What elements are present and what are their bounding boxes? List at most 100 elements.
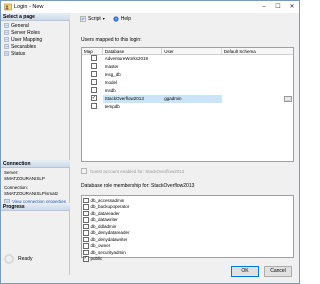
page-list: General Server Roles User Mapping Secura… <box>1 22 70 57</box>
role-label: db_denydatawriter <box>90 236 128 242</box>
column-header-map: Map <box>82 48 103 54</box>
database-cell: msdb <box>104 88 116 93</box>
user-cell[interactable] <box>162 63 221 71</box>
script-button[interactable]: Script ▾ <box>80 16 105 22</box>
browse-schema-button[interactable]: ... <box>284 96 292 102</box>
role-checkbox[interactable] <box>83 197 89 203</box>
map-checkbox[interactable] <box>91 103 97 109</box>
table-body: AdventureWorks2019 master msg_dbmodel msdb ✓… <box>82 55 293 111</box>
user-cell[interactable] <box>162 87 221 95</box>
user-cell[interactable] <box>162 55 221 63</box>
page-icon <box>4 44 9 49</box>
role-label: db_accessadmin <box>90 197 125 203</box>
user-cell[interactable] <box>162 103 221 111</box>
default-schema-cell[interactable] <box>222 103 293 111</box>
map-cell <box>82 103 103 111</box>
title-bar[interactable]: Login - New – ☐ ✕ <box>1 1 299 13</box>
table-row[interactable]: master <box>82 63 293 71</box>
role-checkbox[interactable] <box>83 217 89 223</box>
page-item-server-roles[interactable]: Server Roles <box>1 29 70 36</box>
guest-account-checkbox[interactable] <box>81 168 87 174</box>
table-row[interactable]: tempdb <box>82 103 293 111</box>
role-label: db_datareader <box>90 210 120 216</box>
default-schema-cell[interactable] <box>222 87 293 95</box>
left-pane: Select a page General Server Roles User … <box>1 13 70 275</box>
table-row[interactable]: msdb <box>82 87 293 95</box>
help-button[interactable]: ? Help <box>113 16 131 22</box>
role-checkbox[interactable] <box>83 223 89 229</box>
ok-button[interactable]: OK <box>231 266 259 277</box>
page-item-securables[interactable]: Securables <box>1 43 70 50</box>
map-cell: ✓ <box>82 95 103 103</box>
database-cell: model <box>104 80 118 85</box>
guest-account-row: Guest account enabled for: StackOverflow… <box>81 168 184 174</box>
role-checkbox[interactable] <box>83 243 89 249</box>
page-item-label: Server Roles <box>11 29 40 36</box>
database-cell: msg_db <box>104 72 121 77</box>
default-schema-cell[interactable] <box>222 63 293 71</box>
chevron-down-icon: ▾ <box>102 16 105 21</box>
map-checkbox[interactable] <box>91 79 97 85</box>
maximize-icon[interactable]: ☐ <box>271 1 285 13</box>
role-checkbox[interactable] <box>83 204 89 210</box>
page-item-label: Status <box>11 50 26 57</box>
page-item-label: User Mapping <box>11 36 43 43</box>
map-cell <box>82 71 103 79</box>
page-icon <box>4 30 9 35</box>
map-checkbox[interactable]: ✓ <box>91 95 97 101</box>
default-schema-cell[interactable] <box>222 55 293 63</box>
progress-header: Progress <box>1 203 70 211</box>
role-label: db_datawriter <box>90 217 118 223</box>
map-cell <box>82 87 103 95</box>
cancel-button[interactable]: Cancel <box>264 266 292 277</box>
page-item-status[interactable]: Status <box>1 50 70 57</box>
table-row[interactable]: ✓ StackOverflow2013 ggadmin... <box>82 95 293 103</box>
progress-spinner-icon <box>4 254 14 264</box>
default-schema-cell[interactable]: ... <box>222 95 293 103</box>
connection-header: Connection <box>1 160 70 168</box>
role-label: db_denydatareader <box>90 230 130 236</box>
map-checkbox[interactable] <box>91 71 97 77</box>
user-cell[interactable] <box>162 71 221 79</box>
database-cell: AdventureWorks2019 <box>104 56 148 61</box>
map-checkbox[interactable] <box>91 63 97 69</box>
page-item-user-mapping[interactable]: User Mapping <box>1 36 70 43</box>
login-app-icon <box>4 3 12 11</box>
default-schema-cell[interactable] <box>222 71 293 79</box>
page-icon <box>4 37 9 42</box>
table-row[interactable]: model <box>82 79 293 87</box>
page-item-label: Securables <box>11 43 37 50</box>
role-membership-label: Database role membership for: StackOverf… <box>81 183 195 189</box>
user-cell[interactable]: ggadmin <box>162 95 222 103</box>
select-page-header: Select a page <box>1 13 70 21</box>
users-mapped-table: Map Database User Default Schema Adventu… <box>81 47 294 162</box>
column-header-database: Database <box>103 48 163 54</box>
user-cell[interactable] <box>162 79 221 87</box>
map-cell <box>82 63 103 71</box>
page-icon <box>4 23 9 28</box>
role-checkbox[interactable] <box>83 230 89 236</box>
minimize-icon[interactable]: – <box>257 1 271 13</box>
default-schema-cell[interactable] <box>222 79 293 87</box>
database-cell: master <box>104 64 119 69</box>
table-row[interactable]: msg_db <box>82 71 293 79</box>
page-item-general[interactable]: General <box>1 22 70 29</box>
map-checkbox[interactable] <box>91 55 97 61</box>
table-row[interactable]: AdventureWorks2019 <box>82 55 293 63</box>
page-item-label: General <box>11 22 29 29</box>
close-icon[interactable]: ✕ <box>285 1 299 13</box>
map-checkbox[interactable] <box>91 87 97 93</box>
role-checkbox[interactable] <box>83 210 89 216</box>
database-cell: tempdb <box>104 104 120 109</box>
role-checkbox[interactable]: ✓ <box>83 256 89 262</box>
role-checkbox[interactable] <box>83 249 89 255</box>
table-header: Map Database User Default Schema <box>82 48 293 55</box>
progress-area: Ready <box>4 254 32 264</box>
list-item[interactable]: ✓ public <box>82 256 293 263</box>
users-mapped-label: Users mapped to this login: <box>81 37 142 43</box>
role-label: db_backupoperator <box>90 204 130 210</box>
script-icon <box>80 15 86 22</box>
login-dialog: Login - New – ☐ ✕ Select a page General … <box>0 0 300 284</box>
role-checkbox[interactable] <box>83 236 89 242</box>
help-label: Help <box>120 15 132 22</box>
